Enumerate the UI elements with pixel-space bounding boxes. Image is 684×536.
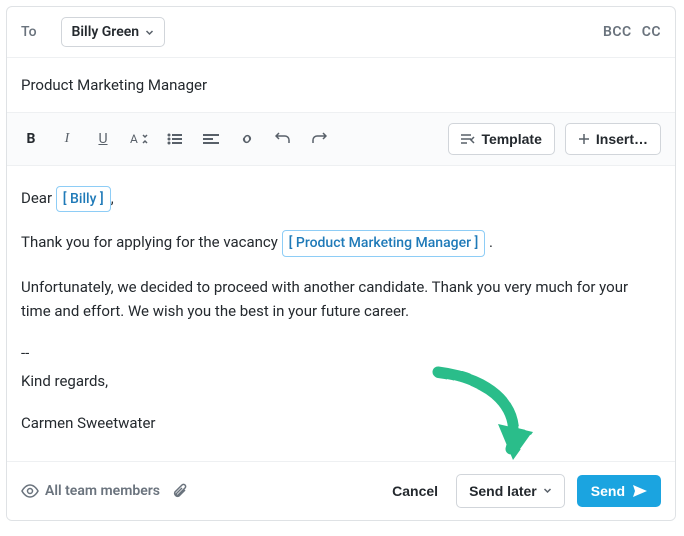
greeting-suffix: , — [111, 189, 114, 207]
svg-text:A: A — [130, 132, 138, 146]
template-label: Template — [481, 131, 541, 147]
plus-icon — [578, 133, 590, 145]
send-later-label: Send later — [469, 483, 537, 499]
underline-button[interactable]: U — [93, 129, 113, 149]
merge-token-vacancy[interactable]: [ Product Marketing Manager ] — [282, 230, 486, 256]
undo-button[interactable] — [273, 129, 293, 149]
merge-token-name[interactable]: [ Billy ] — [56, 186, 111, 212]
template-button[interactable]: Template — [448, 123, 554, 155]
greeting-prefix: Dear — [21, 189, 56, 207]
template-icon — [461, 133, 475, 145]
subject-text: Product Marketing Manager — [21, 76, 207, 94]
footer-actions: Cancel Send later Send — [386, 474, 661, 508]
chevron-down-icon — [145, 28, 154, 37]
formatting-toolbar: B I U A Template — [7, 112, 675, 166]
email-composer: To Billy Green BCC CC Product Marketing … — [6, 6, 676, 521]
redo-button[interactable] — [309, 129, 329, 149]
bold-button[interactable]: B — [21, 129, 41, 149]
send-button[interactable]: Send — [577, 475, 661, 507]
greeting-line: Dear [ Billy ], — [21, 186, 661, 212]
line1-suffix: . — [485, 233, 493, 251]
chevron-down-icon — [543, 486, 552, 495]
cc-button[interactable]: CC — [642, 24, 661, 40]
composer-footer: All team members Cancel Send later Send — [7, 461, 675, 520]
bcc-button[interactable]: BCC — [603, 24, 632, 40]
toolbar-right: Template Insert… — [448, 123, 661, 155]
link-button[interactable] — [237, 129, 257, 149]
visibility-selector[interactable]: All team members — [21, 483, 160, 499]
visibility-label: All team members — [45, 483, 160, 499]
paperclip-icon — [172, 482, 188, 500]
recipient-chip[interactable]: Billy Green — [61, 17, 166, 47]
body-line-1: Thank you for applying for the vacancy [… — [21, 230, 661, 256]
attachment-button[interactable] — [172, 482, 188, 500]
send-later-button[interactable]: Send later — [456, 474, 565, 508]
text-style-group: B I U A — [21, 129, 329, 149]
to-row: To Billy Green BCC CC — [7, 7, 675, 58]
body-line-2: Unfortunately, we decided to proceed wit… — [21, 275, 661, 323]
subject-row[interactable]: Product Marketing Manager — [7, 58, 675, 112]
text-size-button[interactable]: A — [129, 129, 149, 149]
email-body[interactable]: Dear [ Billy ], Thank you for applying f… — [7, 166, 675, 461]
align-button[interactable] — [201, 129, 221, 149]
line1-prefix: Thank you for applying for the vacancy — [21, 233, 282, 251]
insert-label: Insert… — [596, 131, 648, 147]
recipient-name: Billy Green — [72, 24, 140, 40]
signoff-2: Carmen Sweetwater — [21, 411, 661, 435]
bulleted-list-button[interactable] — [165, 129, 185, 149]
signoff-1: Kind regards, — [21, 369, 661, 393]
send-icon — [633, 485, 647, 497]
body-sep: -- — [21, 341, 661, 365]
cancel-button[interactable]: Cancel — [386, 482, 444, 500]
bcc-cc-group: BCC CC — [603, 24, 661, 40]
to-label: To — [21, 24, 37, 40]
italic-button[interactable]: I — [57, 129, 77, 149]
send-label: Send — [591, 483, 625, 499]
eye-icon — [21, 484, 39, 498]
insert-button[interactable]: Insert… — [565, 123, 661, 155]
